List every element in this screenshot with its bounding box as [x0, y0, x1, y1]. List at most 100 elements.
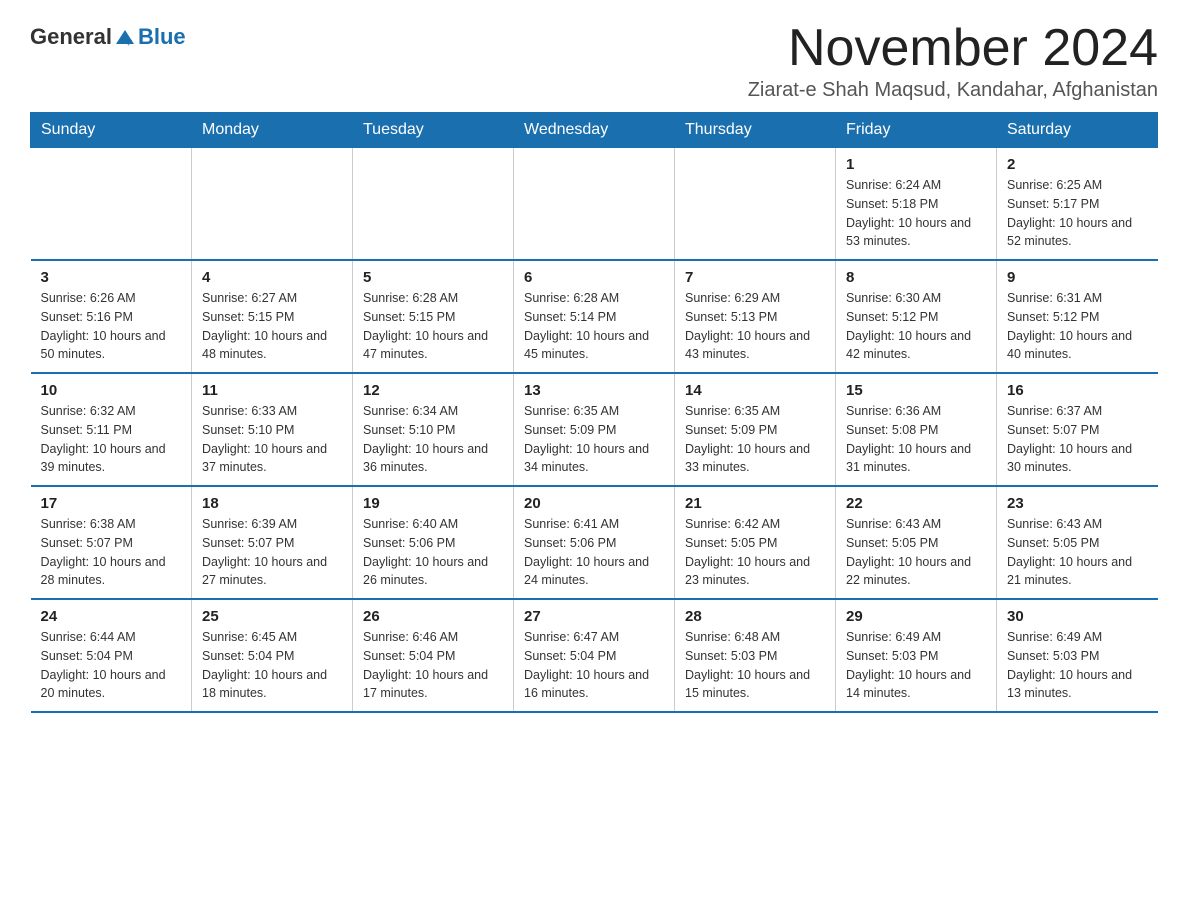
day-number: 20 — [524, 495, 664, 512]
location-text: Ziarat-e Shah Maqsud, Kandahar, Afghanis… — [748, 79, 1158, 102]
weekday-header-thursday: Thursday — [675, 113, 836, 148]
weekday-header-tuesday: Tuesday — [353, 113, 514, 148]
calendar-cell: 17Sunrise: 6:38 AMSunset: 5:07 PMDayligh… — [31, 486, 192, 599]
day-info: Sunrise: 6:47 AMSunset: 5:04 PMDaylight:… — [524, 628, 664, 703]
day-number: 28 — [685, 608, 825, 625]
day-number: 19 — [363, 495, 503, 512]
calendar-week-row: 3 Sunrise: 6:26 AMSunset: 5:16 PMDaylight… — [31, 260, 1158, 373]
calendar-cell: 7Sunrise: 6:29 AMSunset: 5:13 PMDaylight… — [675, 260, 836, 373]
calendar-cell: 12Sunrise: 6:34 AMSunset: 5:10 PMDayligh… — [353, 373, 514, 486]
calendar-cell: 30 Sunrise: 6:49 AMSunset: 5:03 PMDayligh… — [997, 599, 1158, 712]
day-info: Sunrise: 6:49 AMSunset: 5:03 PMDaylight:… — [846, 628, 986, 703]
calendar-cell — [675, 148, 836, 261]
day-info: Sunrise: 6:25 AMSunset: 5:17 PMDaylight:… — [1007, 176, 1148, 251]
calendar-cell: 8Sunrise: 6:30 AMSunset: 5:12 PMDaylight… — [836, 260, 997, 373]
calendar-cell: 14 Sunrise: 6:35 AMSunset: 5:09 PMDayligh… — [675, 373, 836, 486]
day-info: Sunrise: 6:35 AMSunset: 5:09 PMDaylight:… — [685, 402, 825, 477]
day-number: 29 — [846, 608, 986, 625]
calendar-cell: 19 Sunrise: 6:40 AMSunset: 5:06 PMDayligh… — [353, 486, 514, 599]
calendar-cell: 4Sunrise: 6:27 AMSunset: 5:15 PMDaylight… — [192, 260, 353, 373]
day-number: 13 — [524, 382, 664, 399]
day-info: Sunrise: 6:34 AMSunset: 5:10 PMDaylight:… — [363, 402, 503, 477]
calendar-cell: 26 Sunrise: 6:46 AMSunset: 5:04 PMDayligh… — [353, 599, 514, 712]
weekday-header-friday: Friday — [836, 113, 997, 148]
calendar-cell: 23Sunrise: 6:43 AMSunset: 5:05 PMDayligh… — [997, 486, 1158, 599]
weekday-header-monday: Monday — [192, 113, 353, 148]
day-info: Sunrise: 6:49 AMSunset: 5:03 PMDaylight:… — [1007, 628, 1148, 703]
day-number: 22 — [846, 495, 986, 512]
day-number: 3 — [41, 269, 182, 286]
day-number: 6 — [524, 269, 664, 286]
day-info: Sunrise: 6:40 AMSunset: 5:06 PMDaylight:… — [363, 515, 503, 590]
day-info: Sunrise: 6:35 AMSunset: 5:09 PMDaylight:… — [524, 402, 664, 477]
calendar-cell: 28 Sunrise: 6:48 AMSunset: 5:03 PMDayligh… — [675, 599, 836, 712]
logo-blue-text: Blue — [138, 24, 186, 50]
day-number: 30 — [1007, 608, 1148, 625]
day-info: Sunrise: 6:32 AMSunset: 5:11 PMDaylight:… — [41, 402, 182, 477]
day-number: 21 — [685, 495, 825, 512]
day-number: 10 — [41, 382, 182, 399]
calendar-cell: 22 Sunrise: 6:43 AMSunset: 5:05 PMDayligh… — [836, 486, 997, 599]
calendar-cell: 21 Sunrise: 6:42 AMSunset: 5:05 PMDayligh… — [675, 486, 836, 599]
day-info: Sunrise: 6:46 AMSunset: 5:04 PMDaylight:… — [363, 628, 503, 703]
day-number: 11 — [202, 382, 342, 399]
day-info: Sunrise: 6:28 AMSunset: 5:14 PMDaylight:… — [524, 289, 664, 364]
day-number: 9 — [1007, 269, 1148, 286]
page-header: General Blue November 2024 Ziarat-e Shah… — [30, 20, 1158, 102]
day-info: Sunrise: 6:28 AMSunset: 5:15 PMDaylight:… — [363, 289, 503, 364]
calendar-week-row: 1 Sunrise: 6:24 AMSunset: 5:18 PMDaylight… — [31, 148, 1158, 261]
day-info: Sunrise: 6:36 AMSunset: 5:08 PMDaylight:… — [846, 402, 986, 477]
day-info: Sunrise: 6:48 AMSunset: 5:03 PMDaylight:… — [685, 628, 825, 703]
day-number: 7 — [685, 269, 825, 286]
weekday-header-sunday: Sunday — [31, 113, 192, 148]
logo-icon — [114, 26, 136, 48]
logo-general-text: General — [30, 24, 112, 50]
calendar-cell: 9 Sunrise: 6:31 AMSunset: 5:12 PMDaylight… — [997, 260, 1158, 373]
weekday-header-wednesday: Wednesday — [514, 113, 675, 148]
day-number: 17 — [41, 495, 182, 512]
day-number: 8 — [846, 269, 986, 286]
day-number: 25 — [202, 608, 342, 625]
day-info: Sunrise: 6:27 AMSunset: 5:15 PMDaylight:… — [202, 289, 342, 364]
day-number: 15 — [846, 382, 986, 399]
calendar-cell — [353, 148, 514, 261]
day-number: 14 — [685, 382, 825, 399]
title-block: November 2024 Ziarat-e Shah Maqsud, Kand… — [748, 20, 1158, 102]
calendar-cell — [31, 148, 192, 261]
day-number: 18 — [202, 495, 342, 512]
day-info: Sunrise: 6:31 AMSunset: 5:12 PMDaylight:… — [1007, 289, 1148, 364]
calendar-cell: 3 Sunrise: 6:26 AMSunset: 5:16 PMDaylight… — [31, 260, 192, 373]
day-number: 1 — [846, 156, 986, 173]
calendar-cell: 27 Sunrise: 6:47 AMSunset: 5:04 PMDayligh… — [514, 599, 675, 712]
day-info: Sunrise: 6:24 AMSunset: 5:18 PMDaylight:… — [846, 176, 986, 251]
day-info: Sunrise: 6:44 AMSunset: 5:04 PMDaylight:… — [41, 628, 182, 703]
day-number: 23 — [1007, 495, 1148, 512]
logo: General Blue — [30, 24, 186, 50]
day-info: Sunrise: 6:45 AMSunset: 5:04 PMDaylight:… — [202, 628, 342, 703]
day-number: 24 — [41, 608, 182, 625]
calendar-cell: 1 Sunrise: 6:24 AMSunset: 5:18 PMDaylight… — [836, 148, 997, 261]
calendar-cell: 6 Sunrise: 6:28 AMSunset: 5:14 PMDaylight… — [514, 260, 675, 373]
day-info: Sunrise: 6:43 AMSunset: 5:05 PMDaylight:… — [846, 515, 986, 590]
day-info: Sunrise: 6:26 AMSunset: 5:16 PMDaylight:… — [41, 289, 182, 364]
calendar-cell: 10 Sunrise: 6:32 AMSunset: 5:11 PMDayligh… — [31, 373, 192, 486]
day-number: 5 — [363, 269, 503, 286]
weekday-header-row: SundayMondayTuesdayWednesdayThursdayFrid… — [31, 113, 1158, 148]
calendar-cell — [514, 148, 675, 261]
calendar-cell: 29 Sunrise: 6:49 AMSunset: 5:03 PMDayligh… — [836, 599, 997, 712]
calendar-week-row: 17Sunrise: 6:38 AMSunset: 5:07 PMDayligh… — [31, 486, 1158, 599]
calendar-week-row: 10 Sunrise: 6:32 AMSunset: 5:11 PMDayligh… — [31, 373, 1158, 486]
day-number: 26 — [363, 608, 503, 625]
calendar-cell: 20Sunrise: 6:41 AMSunset: 5:06 PMDayligh… — [514, 486, 675, 599]
day-info: Sunrise: 6:42 AMSunset: 5:05 PMDaylight:… — [685, 515, 825, 590]
calendar-cell: 25 Sunrise: 6:45 AMSunset: 5:04 PMDayligh… — [192, 599, 353, 712]
month-title: November 2024 — [748, 20, 1158, 77]
day-info: Sunrise: 6:37 AMSunset: 5:07 PMDaylight:… — [1007, 402, 1148, 477]
calendar-cell: 15 Sunrise: 6:36 AMSunset: 5:08 PMDayligh… — [836, 373, 997, 486]
calendar-table: SundayMondayTuesdayWednesdayThursdayFrid… — [30, 112, 1158, 713]
calendar-cell: 11Sunrise: 6:33 AMSunset: 5:10 PMDayligh… — [192, 373, 353, 486]
calendar-cell: 18Sunrise: 6:39 AMSunset: 5:07 PMDayligh… — [192, 486, 353, 599]
calendar-cell: 5 Sunrise: 6:28 AMSunset: 5:15 PMDaylight… — [353, 260, 514, 373]
calendar-cell: 16Sunrise: 6:37 AMSunset: 5:07 PMDayligh… — [997, 373, 1158, 486]
day-number: 27 — [524, 608, 664, 625]
